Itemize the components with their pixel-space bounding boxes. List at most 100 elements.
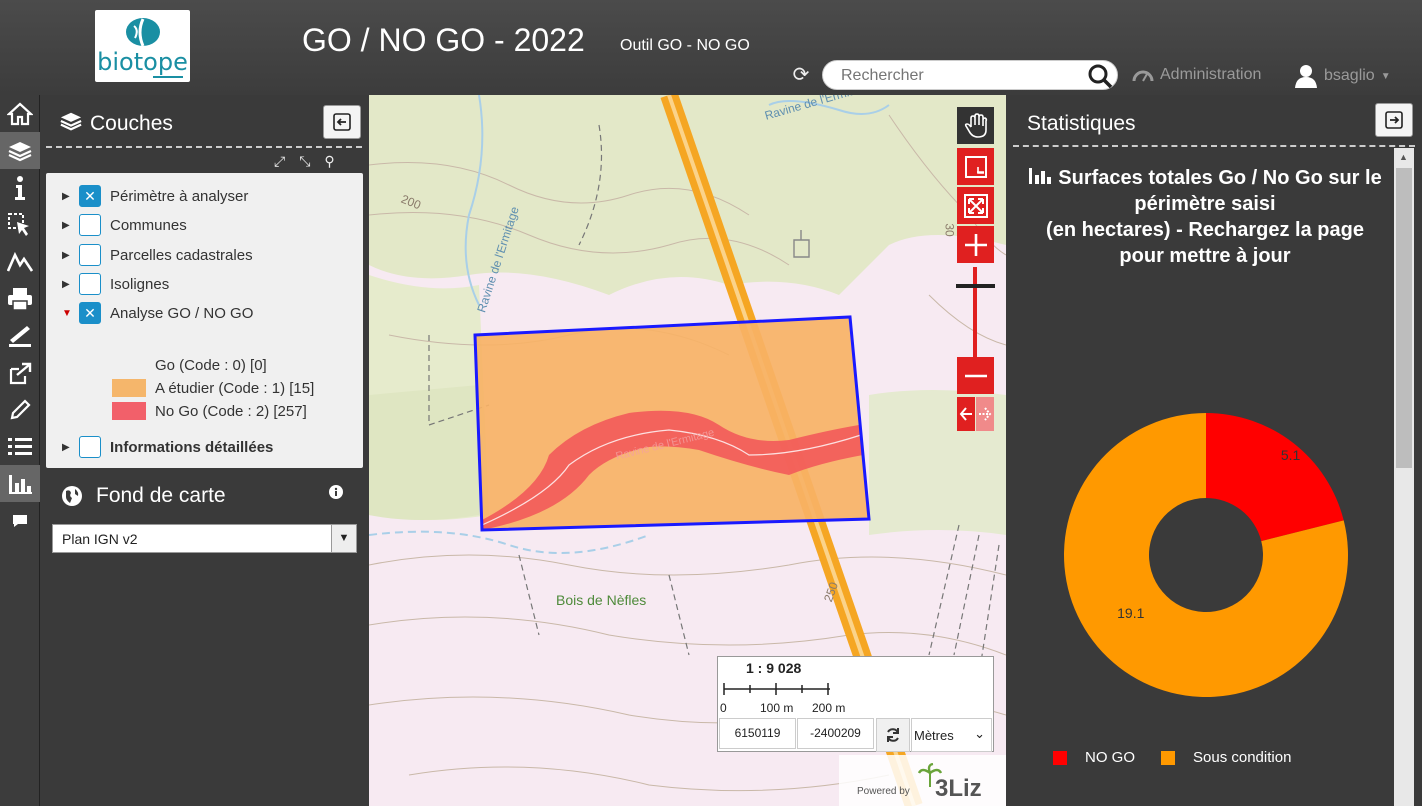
info-circle-icon[interactable] [329,485,343,499]
coord-refresh-button[interactable] [876,718,910,752]
layer-item[interactable]: ▶ Isolignes [46,272,169,296]
biotope-logo[interactable]: biotope [95,10,190,82]
history-forward-button[interactable] [976,397,994,431]
zoom-box-button[interactable] [957,148,994,185]
layer-checkbox[interactable] [79,436,101,458]
history-back-button[interactable] [957,397,975,431]
layer-label: Informations détaillées [110,438,274,456]
chart-title-line: pour mettre à jour [1119,245,1291,267]
expand-all-icon[interactable]: ⤢ [274,153,285,170]
print-icon[interactable] [0,280,40,317]
globe-icon [62,486,82,506]
basemap-select[interactable]: Plan IGN v2 ▼ [52,524,357,553]
edit-icon[interactable] [0,391,40,428]
basemap-title: Fond de carte [96,484,226,507]
zoom-slider-track[interactable] [973,267,977,357]
logo-underline [153,76,183,78]
export-icon[interactable] [0,354,40,391]
zoom-slider-handle[interactable] [956,284,995,288]
layer-checkbox[interactable] [79,244,101,266]
comment-icon[interactable] [0,502,40,539]
search-input[interactable] [841,66,1081,86]
info-icon[interactable] [0,169,40,206]
basemap-selected: Plan IGN v2 [62,531,138,547]
layer-item[interactable]: ▶ Parcelles cadastrales [46,243,253,267]
search-icon[interactable] [1087,63,1113,89]
chart-title-line: Surfaces totales Go / No Go sur le [1020,165,1390,191]
scroll-up-icon[interactable]: ▲ [1399,152,1408,162]
dropdown-arrow-icon[interactable]: ▼ [331,525,356,552]
units-select[interactable]: Mètres ⌄ [911,718,992,752]
collapse-all-icon[interactable]: ⤡ [299,153,310,170]
pan-button[interactable] [957,107,994,144]
expand-arrow-icon[interactable]: ▶ [62,442,72,453]
refresh-icon [887,728,899,742]
zoom-out-button[interactable] [957,357,994,394]
collapse-arrow-icon[interactable]: ▼ [62,308,72,319]
layer-label: Communes [110,216,187,234]
layer-item[interactable]: ▶ ✕ Périmètre à analyser [46,184,248,208]
layer-item[interactable]: ▼ ✕ Analyse GO / NO GO [46,301,253,325]
layer-label: Isolignes [110,275,170,293]
layer-checkbox[interactable]: ✕ [79,185,101,207]
layer-checkbox[interactable]: ✕ [79,302,101,324]
bar-chart-icon [1029,168,1052,184]
layer-checkbox[interactable] [79,214,101,236]
layers-panel-title: Couches [90,112,173,135]
expand-arrow-icon[interactable]: ▶ [62,279,72,290]
scale-tick-label: 0 [720,701,727,715]
close-panel-button[interactable] [1375,103,1413,137]
layer-item[interactable]: ▶ Informations détaillées [46,435,273,459]
search-box[interactable] [822,60,1118,90]
chart-legend: NO GO Sous condition [1053,749,1291,766]
coord-x-field[interactable]: 6150119 [719,718,796,749]
layer-tree: ▶ ✕ Périmètre à analyser ▶ Communes ▶ Pa… [46,173,363,468]
scroll-thumb[interactable] [1396,168,1412,468]
donut-value-label: 5.1 [1281,447,1301,463]
close-panel-button[interactable] [323,105,361,139]
elevation-icon[interactable] [0,243,40,280]
chart-title-line: périmètre saisi [1134,193,1276,215]
administration-link[interactable]: Administration [1132,66,1261,84]
expand-arrow-icon[interactable]: ▶ [62,250,72,261]
list-icon[interactable] [0,428,40,465]
basemap-header: Fond de carte [40,475,369,515]
legend-label-nogo: NO GO [1085,749,1136,766]
measure-icon[interactable] [0,317,40,354]
left-toolbar [0,95,40,806]
zoom-in-button[interactable] [957,226,994,263]
app-subtitle: Outil GO - NO GO [620,37,750,54]
administration-label: Administration [1160,66,1262,83]
expand-arrow-icon[interactable]: ▶ [62,191,72,202]
contour-label: 30 [942,223,957,237]
legend-label: Go (Code : 0) [0] [155,356,267,374]
map-label-bois: Bois de Nèfles [556,592,647,608]
app-title: GO / NO GO - 2022 [302,22,585,58]
user-menu[interactable]: bsaglio ▼ [1294,64,1391,88]
layers-icon[interactable] [0,132,40,169]
arrow-right-icon [979,407,992,421]
collapse-right-icon [1385,111,1403,129]
selection-icon[interactable] [0,206,40,243]
expand-arrow-icon[interactable]: ▶ [62,220,72,231]
full-extent-button[interactable] [957,187,994,224]
zoom-layer-icon[interactable]: ⚲ [324,153,334,170]
minus-icon [964,374,987,377]
legend-label: A étudier (Code : 1) [15] [155,379,315,397]
layers-panel: Couches ⤢ ⤡ ⚲ ▶ ✕ Périmètre à analyser ▶… [40,95,369,806]
arrow-left-icon [959,407,972,421]
butterfly-logo-icon [126,18,160,47]
home-icon[interactable] [0,95,40,132]
layer-checkbox[interactable] [79,273,101,295]
chevron-down-icon: ▼ [1380,70,1391,82]
refresh-icon[interactable]: ⟳ [790,64,812,86]
layer-item[interactable]: ▶ Communes [46,213,187,237]
stats-icon[interactable] [0,465,40,502]
legend-swatch-sous-condition [1161,750,1176,765]
coord-y-field[interactable]: -2400209 [797,718,874,749]
donut-slice-no-go[interactable] [1206,413,1344,542]
stats-scrollbar[interactable]: ▲ [1394,148,1414,806]
header-divider [46,146,362,148]
donut-chart[interactable]: 5.1 19.1 [1006,355,1386,715]
brand-label: 3Liz [935,775,982,802]
